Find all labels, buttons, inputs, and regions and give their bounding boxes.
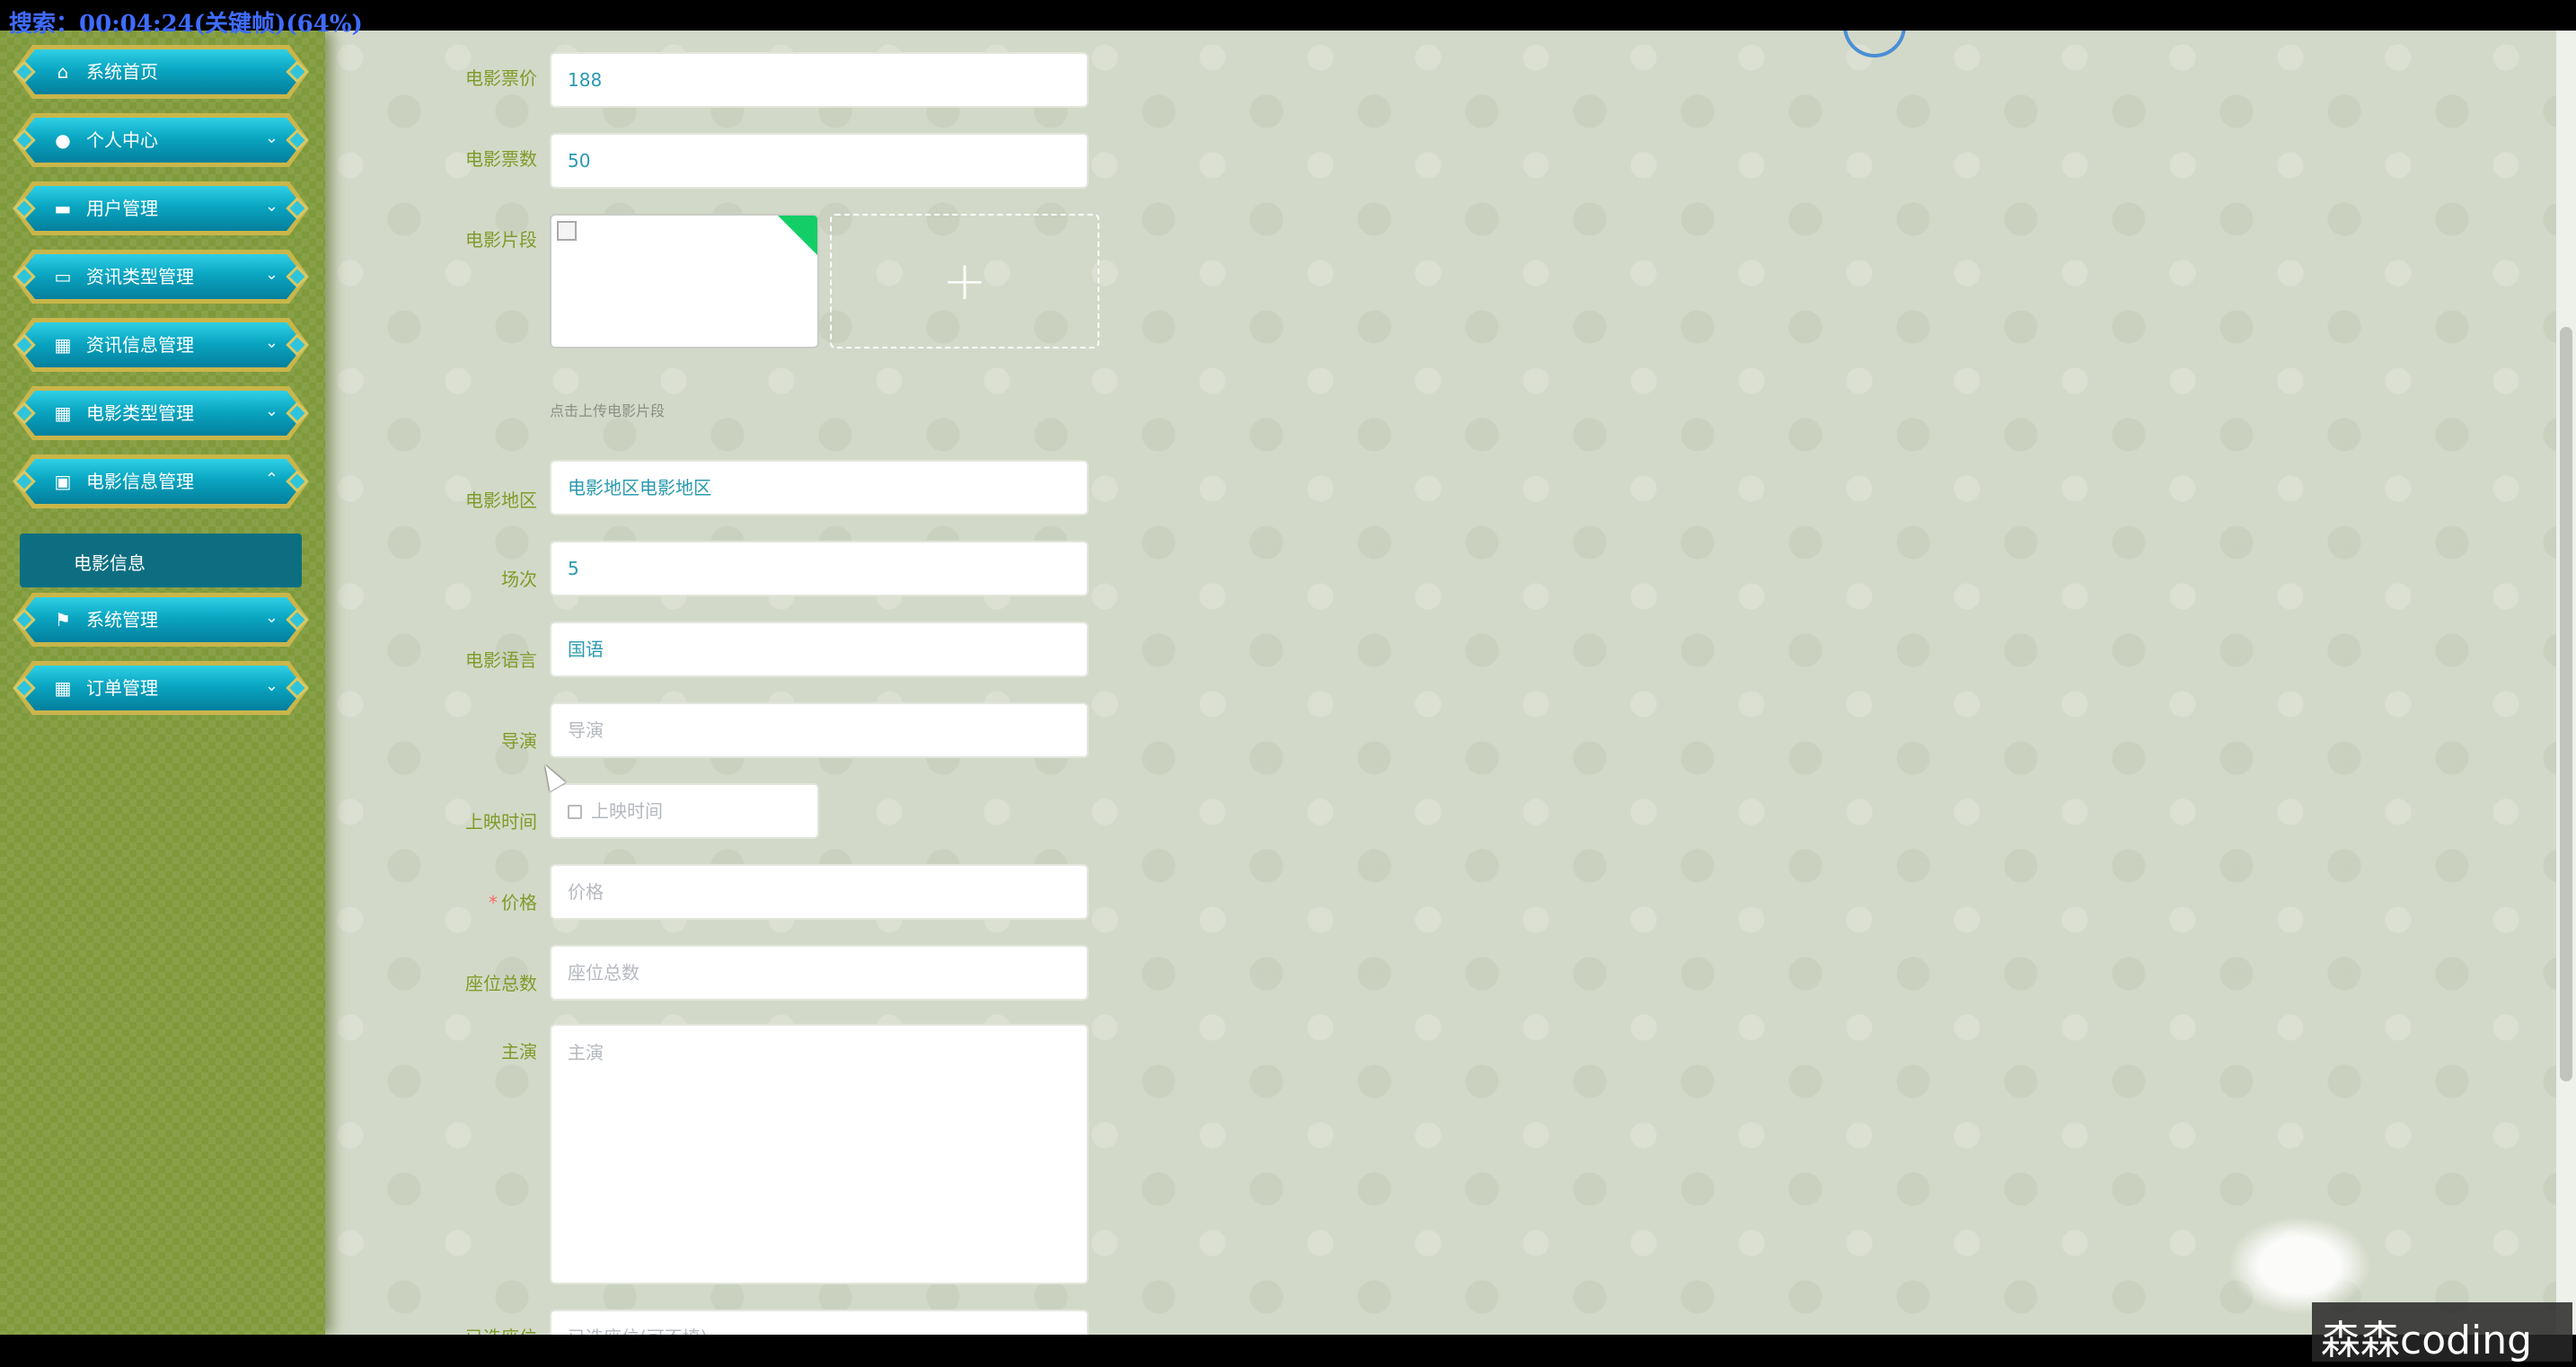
- chevron-down-icon: ⌄: [264, 608, 278, 627]
- price-input[interactable]: 价格: [550, 864, 1089, 920]
- monitor-icon: ▭: [54, 266, 72, 287]
- sidebar: ⌂ 系统首页 ● 个人中心 ⌄ ▬ 用户管理 ⌄ ▭ 资讯类型管理 ⌄ ▦ 资讯…: [0, 31, 325, 1335]
- sidebar-item-label: 资讯类型管理: [86, 266, 194, 287]
- chevron-down-icon: ⌄: [264, 676, 278, 695]
- briefcase-icon: ▬: [54, 198, 72, 219]
- total-seats-label: 座位总数: [465, 973, 537, 994]
- sidebar-item-home[interactable]: ⌂ 系统首页: [13, 45, 309, 99]
- avatar[interactable]: [1843, 31, 1906, 57]
- watermark: 森森coding: [2312, 1302, 2572, 1363]
- chevron-down-icon: ⌄: [264, 333, 278, 352]
- video-overlay-text: 搜索：00:04:24(关键帧)(64%): [9, 11, 363, 38]
- clipboard-icon: ▣: [54, 471, 72, 492]
- mascot-image: [2228, 1216, 2371, 1315]
- grid-icon: ▦: [54, 677, 72, 699]
- director-label: 导演: [501, 730, 537, 752]
- sidebar-item-label: 资讯信息管理: [86, 334, 194, 356]
- sidebar-item-label: 电影信息管理: [86, 471, 194, 492]
- sidebar-subitem-label: 电影信息: [74, 552, 146, 574]
- language-label: 电影语言: [465, 649, 537, 671]
- selected-seats-label: 已选座位: [357, 1326, 537, 1335]
- director-input[interactable]: 导演: [550, 702, 1089, 758]
- sidebar-item-label: 个人中心: [86, 129, 158, 151]
- sidebar-item-label: 电影类型管理: [86, 402, 194, 424]
- sidebar-item-news-type-management[interactable]: ▭ 资讯类型管理 ⌄: [13, 250, 309, 304]
- sessions-input[interactable]: 5: [550, 541, 1089, 596]
- price-label-text: 价格: [501, 892, 537, 913]
- chevron-down-icon: ⌄: [264, 197, 278, 216]
- sidebar-item-movie-info-management[interactable]: ▣ 电影信息管理 ⌃: [13, 454, 309, 508]
- movie-clip-label: 电影片段: [465, 229, 537, 251]
- language-input[interactable]: 国语: [550, 622, 1089, 677]
- chevron-down-icon: ⌄: [264, 401, 278, 420]
- ticket-count-label: 电影票数: [465, 148, 537, 170]
- region-input[interactable]: 电影地区电影地区: [550, 460, 1089, 516]
- sidebar-item-system-management[interactable]: ⚑ 系统管理 ⌄: [13, 593, 309, 647]
- release-time-placeholder: 上映时间: [591, 800, 663, 822]
- sidebar-item-label: 订单管理: [86, 677, 158, 699]
- page-scrollbar[interactable]: [2556, 31, 2576, 1335]
- grid-icon: ▦: [54, 334, 72, 356]
- sidebar-item-order-management[interactable]: ▦ 订单管理 ⌄: [13, 661, 309, 715]
- sidebar-item-label: 用户管理: [86, 198, 158, 219]
- video-bottom-bar: [0, 1335, 2576, 1367]
- movie-clip-preview[interactable]: [550, 214, 819, 348]
- chevron-down-icon: ⌄: [264, 265, 278, 284]
- watermark-text: 森森coding: [2321, 1318, 2533, 1363]
- grid-icon: ▦: [54, 402, 72, 424]
- total-seats-input[interactable]: 座位总数: [550, 945, 1089, 1001]
- sidebar-subitem-movie-info[interactable]: 电影信息: [20, 534, 302, 587]
- upload-success-icon: [778, 216, 817, 255]
- user-icon: ●: [55, 129, 71, 151]
- plus-icon: +: [941, 250, 988, 313]
- sidebar-item-user-management[interactable]: ▬ 用户管理 ⌄: [13, 181, 309, 235]
- sidebar-item-personal-center[interactable]: ● 个人中心 ⌄: [13, 113, 309, 167]
- chevron-up-icon: ⌃: [264, 470, 278, 489]
- cast-textarea[interactable]: 主演: [550, 1024, 1089, 1284]
- chevron-down-icon: ⌄: [264, 128, 278, 147]
- ticket-price-label: 电影票价: [465, 67, 537, 89]
- release-time-label: 上映时间: [465, 811, 537, 833]
- upload-tip: 点击上传电影片段: [550, 402, 666, 419]
- ticket-count-input[interactable]: 50: [550, 133, 1089, 189]
- selected-seats-input[interactable]: 已选座位(可不填): [550, 1310, 1089, 1335]
- upload-clip-button[interactable]: +: [830, 214, 1099, 348]
- scrollbar-thumb[interactable]: [2560, 327, 2572, 1081]
- release-time-picker[interactable]: 上映时间: [550, 783, 819, 839]
- cast-label: 主演: [501, 1041, 537, 1063]
- calendar-icon: [568, 805, 582, 819]
- sidebar-item-news-info-management[interactable]: ▦ 资讯信息管理 ⌄: [13, 318, 309, 372]
- broken-image-icon: [557, 221, 577, 241]
- region-label: 电影地区: [465, 489, 537, 511]
- price-label: * 价格: [357, 891, 537, 914]
- sidebar-item-movie-type-management[interactable]: ▦ 电影类型管理 ⌄: [13, 386, 309, 440]
- home-icon: ⌂: [57, 61, 69, 83]
- video-overlay-bar: 搜索：00:04:24(关键帧)(64%): [0, 0, 2576, 38]
- ticket-price-input[interactable]: 188: [550, 52, 1089, 108]
- page: ⌂ 系统首页 ● 个人中心 ⌄ ▬ 用户管理 ⌄ ▭ 资讯类型管理 ⌄ ▦ 资讯…: [0, 31, 2576, 1335]
- required-mark: *: [489, 892, 498, 913]
- sidebar-item-label: 系统管理: [86, 609, 158, 631]
- sessions-label: 场次: [501, 569, 537, 590]
- flag-icon: ⚑: [55, 609, 71, 631]
- sidebar-item-label: 系统首页: [86, 61, 158, 83]
